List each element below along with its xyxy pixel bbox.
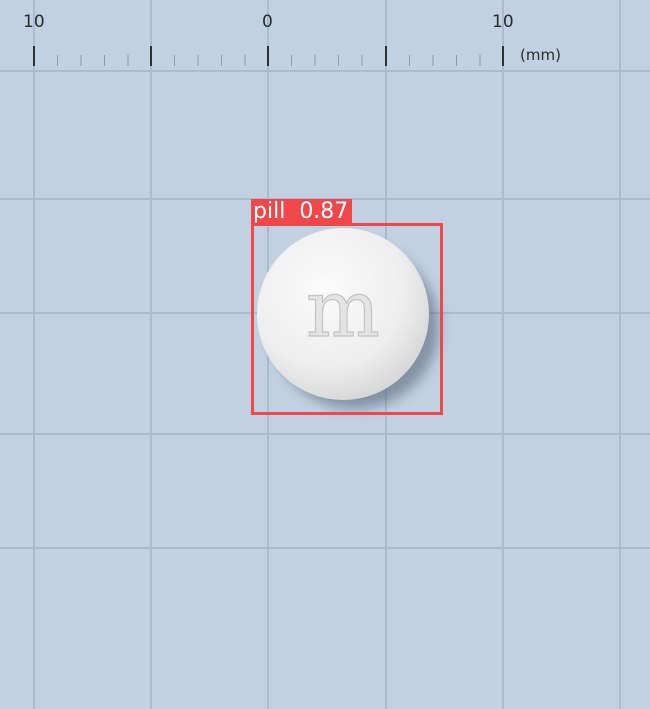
detection-bounding-box — [251, 223, 443, 415]
ruler-label-right-10: 10 — [492, 12, 514, 32]
mm-ruler — [33, 46, 504, 66]
ruler-label-zero: 0 — [262, 12, 273, 32]
detection-label: pill 0.87 — [251, 199, 353, 225]
ruler-unit-label: (mm) — [520, 46, 561, 64]
detection-class: pill — [253, 199, 286, 224]
ruler-label-left-10: 10 — [23, 12, 45, 32]
detection-confidence: 0.87 — [299, 199, 349, 224]
